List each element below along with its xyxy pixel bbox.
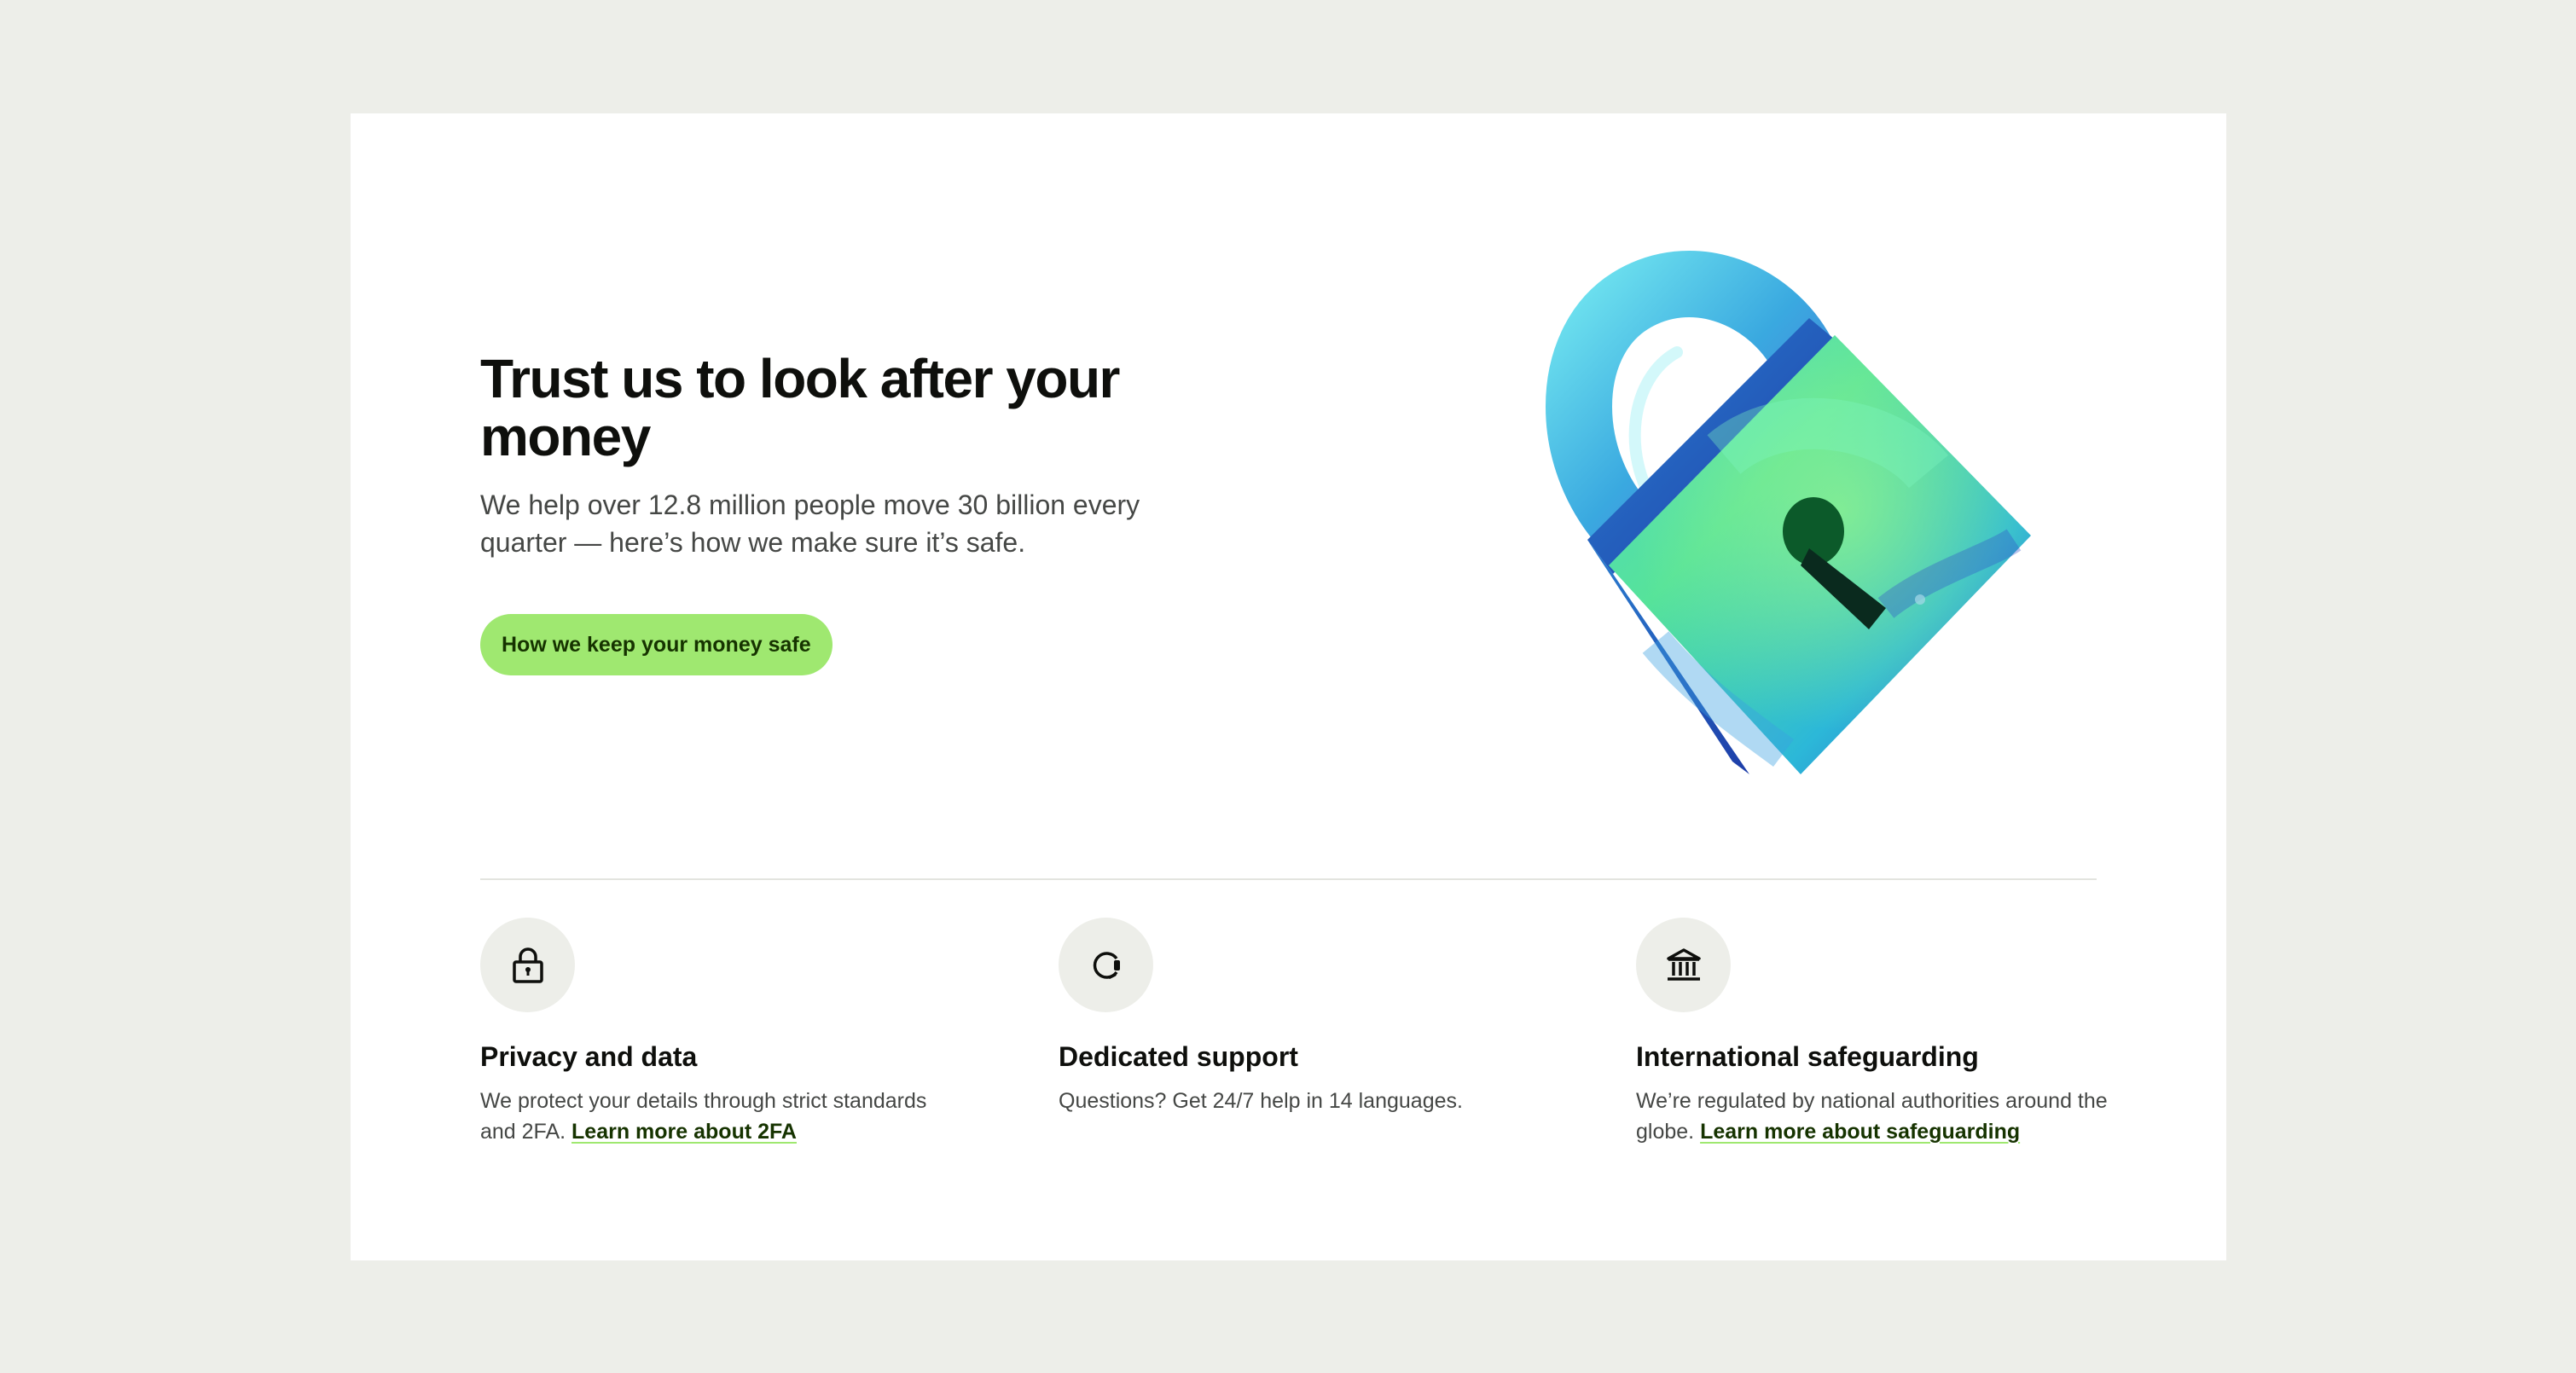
learn-safeguarding-link[interactable]: Learn more about safeguarding (1700, 1120, 2020, 1144)
learn-2fa-link[interactable]: Learn more about 2FA (571, 1120, 797, 1144)
section-divider (480, 878, 2097, 880)
headset-icon (1093, 951, 1120, 979)
safeguarding-icon-circle (1636, 918, 1731, 1012)
feature-privacy-text: We protect your details through strict s… (480, 1089, 927, 1144)
support-icon-circle (1059, 918, 1153, 1012)
feature-support-title: Dedicated support (1059, 1041, 1298, 1072)
hero-title: Trust us to look after your money (480, 348, 1120, 467)
feature-safeguarding-title: International safeguarding (1636, 1041, 1979, 1072)
bank-icon (1666, 947, 1701, 981)
feature-privacy: Privacy and data We protect your details… (480, 918, 958, 1147)
feature-support-text: Questions? Get 24/7 help in 14 languages… (1059, 1089, 1463, 1113)
hero-subtitle: We help over 12.8 million people move 30… (480, 490, 1140, 558)
feature-support: Dedicated support Questions? Get 24/7 he… (1059, 918, 1536, 1116)
trust-card: Trust us to look after your money We hel… (351, 113, 2226, 1260)
feature-safeguarding: International safeguarding We’re regulat… (1636, 918, 2114, 1147)
money-safe-button[interactable]: How we keep your money safe (480, 614, 833, 675)
lock-icon (512, 947, 543, 983)
hero-text: Trust us to look after your money We hel… (480, 350, 1248, 675)
padlock-illustration (1546, 251, 2031, 774)
feature-safeguarding-text: We’re regulated by national authorities … (1636, 1089, 2108, 1144)
feature-privacy-title: Privacy and data (480, 1041, 698, 1072)
privacy-icon-circle (480, 918, 575, 1012)
